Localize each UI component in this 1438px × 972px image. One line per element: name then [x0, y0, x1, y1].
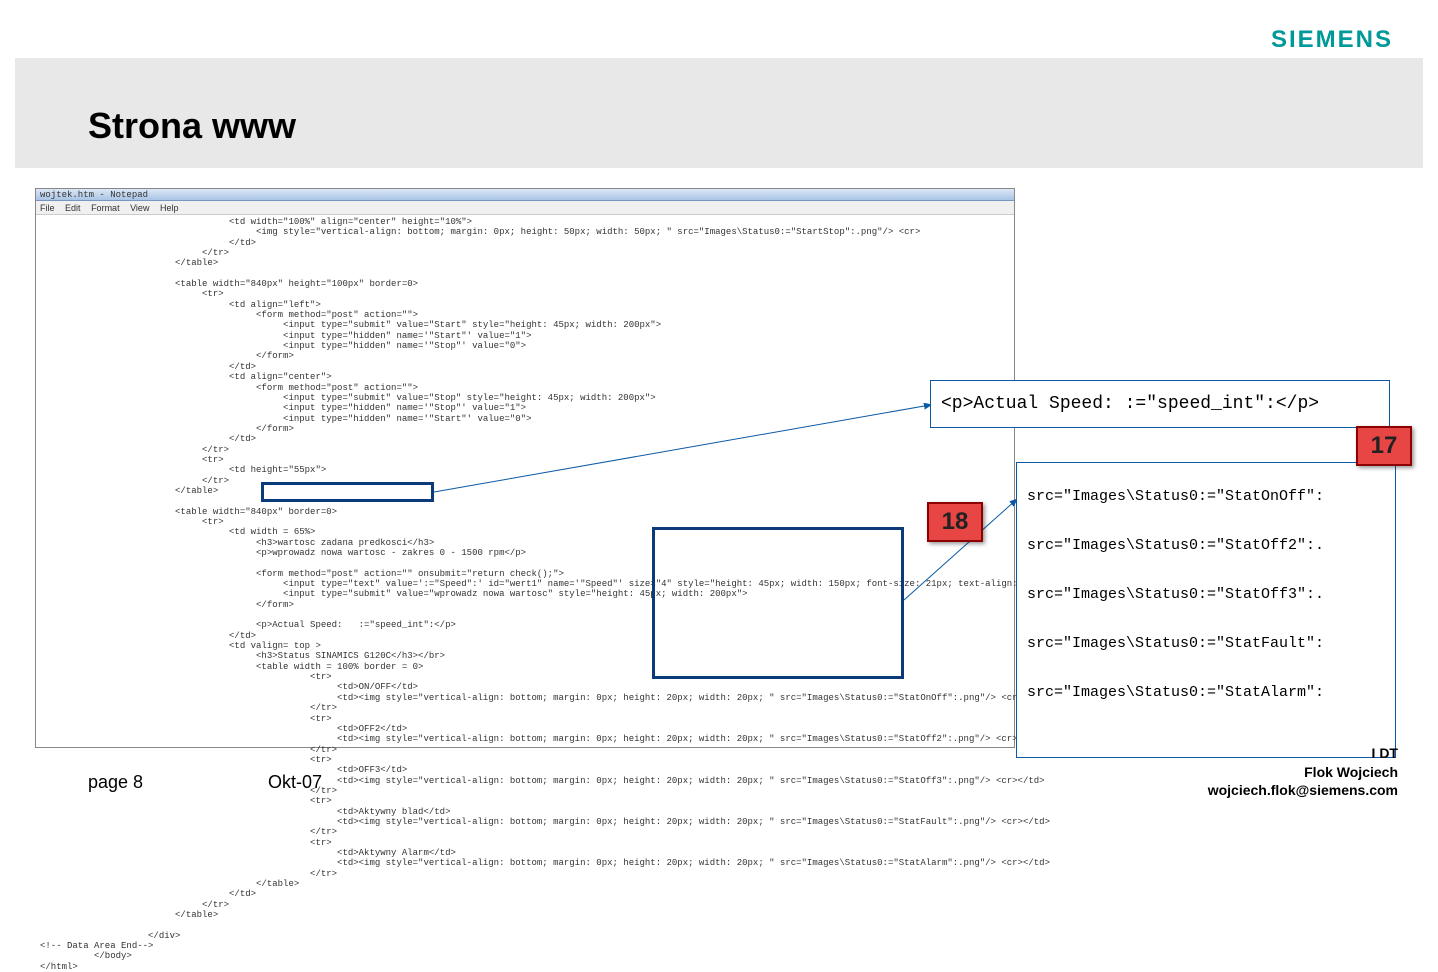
callout-18: src="Images\Status0:="StatOnOff": src="I…: [1016, 462, 1396, 758]
callout-17-text: <p>Actual Speed: :="speed_int":</p>: [941, 394, 1319, 414]
badge-17: 17: [1356, 426, 1412, 466]
callout-18-row-0: src="Images\Status0:="StatOnOff":: [1027, 489, 1385, 504]
footer-right: I DT Flok Wojciech wojciech.flok@siemens…: [1208, 744, 1398, 799]
footer-email: wojciech.flok@siemens.com: [1208, 781, 1398, 799]
footer-name: Flok Wojciech: [1208, 763, 1398, 781]
footer-dept: I DT: [1208, 744, 1398, 762]
callout-18-row-3: src="Images\Status0:="StatFault":: [1027, 636, 1385, 651]
callout-17: <p>Actual Speed: :="speed_int":</p>: [930, 380, 1390, 428]
callout-18-row-1: src="Images\Status0:="StatOff2":.: [1027, 538, 1385, 553]
badge-18: 18: [927, 502, 983, 542]
footer-date: Okt-07: [268, 772, 322, 793]
callout-18-row-2: src="Images\Status0:="StatOff3":.: [1027, 587, 1385, 602]
footer-page: page 8: [88, 772, 143, 793]
callout-18-row-4: src="Images\Status0:="StatAlarm":: [1027, 685, 1385, 700]
